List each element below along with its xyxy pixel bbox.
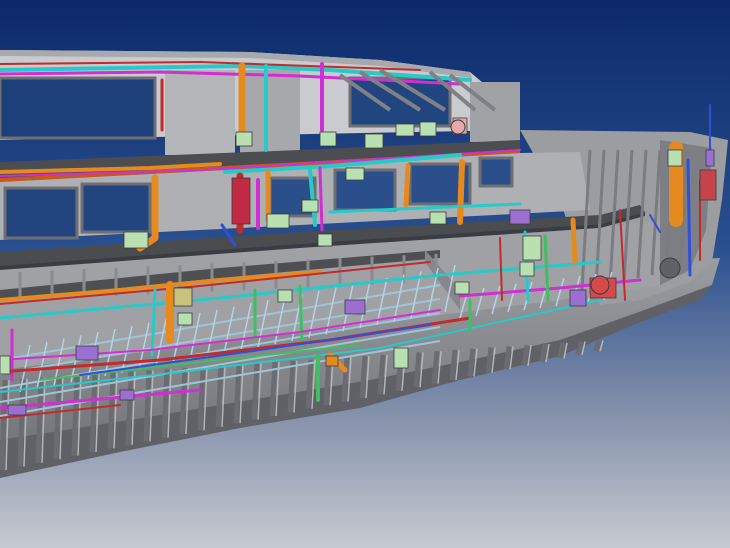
window-mid-2 xyxy=(80,182,152,234)
hull-rib xyxy=(431,350,440,384)
hull-rib xyxy=(233,364,242,424)
equipment-box xyxy=(344,299,366,315)
equipment-box xyxy=(123,231,149,249)
pipe-run xyxy=(318,166,324,232)
hull-rib xyxy=(215,365,224,427)
equipment-box xyxy=(345,167,365,181)
hull-rib xyxy=(197,366,206,431)
equipment-box xyxy=(429,211,447,225)
ship-cutaway-scene xyxy=(0,0,730,548)
hull-rib xyxy=(143,370,152,442)
equipment-box xyxy=(173,287,193,307)
upper-wall-panel xyxy=(470,82,520,142)
pipe-run xyxy=(686,158,692,277)
hull-rib xyxy=(593,339,602,352)
hull-rib xyxy=(413,352,422,388)
equipment-box xyxy=(319,131,337,147)
round-fitting xyxy=(659,257,681,279)
equipment-box xyxy=(519,261,535,277)
equipment-box xyxy=(277,289,293,303)
hull-rib xyxy=(125,371,134,445)
pipe-run xyxy=(457,159,465,225)
round-fitting xyxy=(450,119,466,135)
equipment-box xyxy=(419,121,437,137)
equipment-box xyxy=(699,169,717,201)
equipment-box xyxy=(667,149,683,167)
equipment-box xyxy=(317,233,333,247)
hull-rib xyxy=(179,367,188,435)
equipment-box xyxy=(509,209,531,225)
hull-rib xyxy=(377,354,386,395)
hull-rib xyxy=(467,348,476,377)
hull-rib xyxy=(521,344,530,366)
window-upper-1 xyxy=(0,76,157,140)
equipment-box xyxy=(393,347,409,369)
hull-rib xyxy=(539,343,548,363)
window-mid-1 xyxy=(3,186,79,240)
window-mid-4 xyxy=(333,168,397,212)
hull-rib xyxy=(485,347,494,374)
hull-rib xyxy=(53,376,62,460)
hull-rib xyxy=(449,349,458,381)
hull-rib xyxy=(341,357,350,402)
equipment-box xyxy=(364,133,384,149)
equipment-box xyxy=(705,149,715,167)
equipment-box xyxy=(75,345,99,361)
hull-rib xyxy=(305,359,314,409)
round-fitting xyxy=(590,275,610,295)
hull-rib xyxy=(161,369,170,438)
equipment-box xyxy=(395,123,415,137)
equipment-box xyxy=(231,177,251,225)
pipe-run xyxy=(570,217,578,265)
hull-rib xyxy=(359,355,368,399)
equipment-box xyxy=(301,199,319,213)
equipment-box xyxy=(325,355,339,367)
equipment-box xyxy=(7,404,27,416)
hull-rib xyxy=(71,375,80,456)
equipment-box xyxy=(0,355,11,375)
equipment-box xyxy=(569,289,587,307)
cad-viewport[interactable] xyxy=(0,0,730,548)
hull-rib xyxy=(575,341,584,356)
equipment-box xyxy=(454,281,470,295)
equipment-box xyxy=(119,389,135,401)
hull-rib xyxy=(557,342,566,359)
hull-rib xyxy=(287,360,296,413)
upper-wall-panel xyxy=(165,70,235,155)
hull-rib xyxy=(35,377,44,463)
pipe-run xyxy=(298,284,304,348)
hull-rib xyxy=(503,346,512,370)
hull-rib xyxy=(0,379,8,471)
equipment-box xyxy=(522,235,542,261)
pipe-run xyxy=(403,163,411,208)
equipment-box xyxy=(177,312,193,326)
equipment-box xyxy=(266,213,290,229)
equipment-box xyxy=(235,131,253,147)
window-mid-6 xyxy=(478,156,514,188)
